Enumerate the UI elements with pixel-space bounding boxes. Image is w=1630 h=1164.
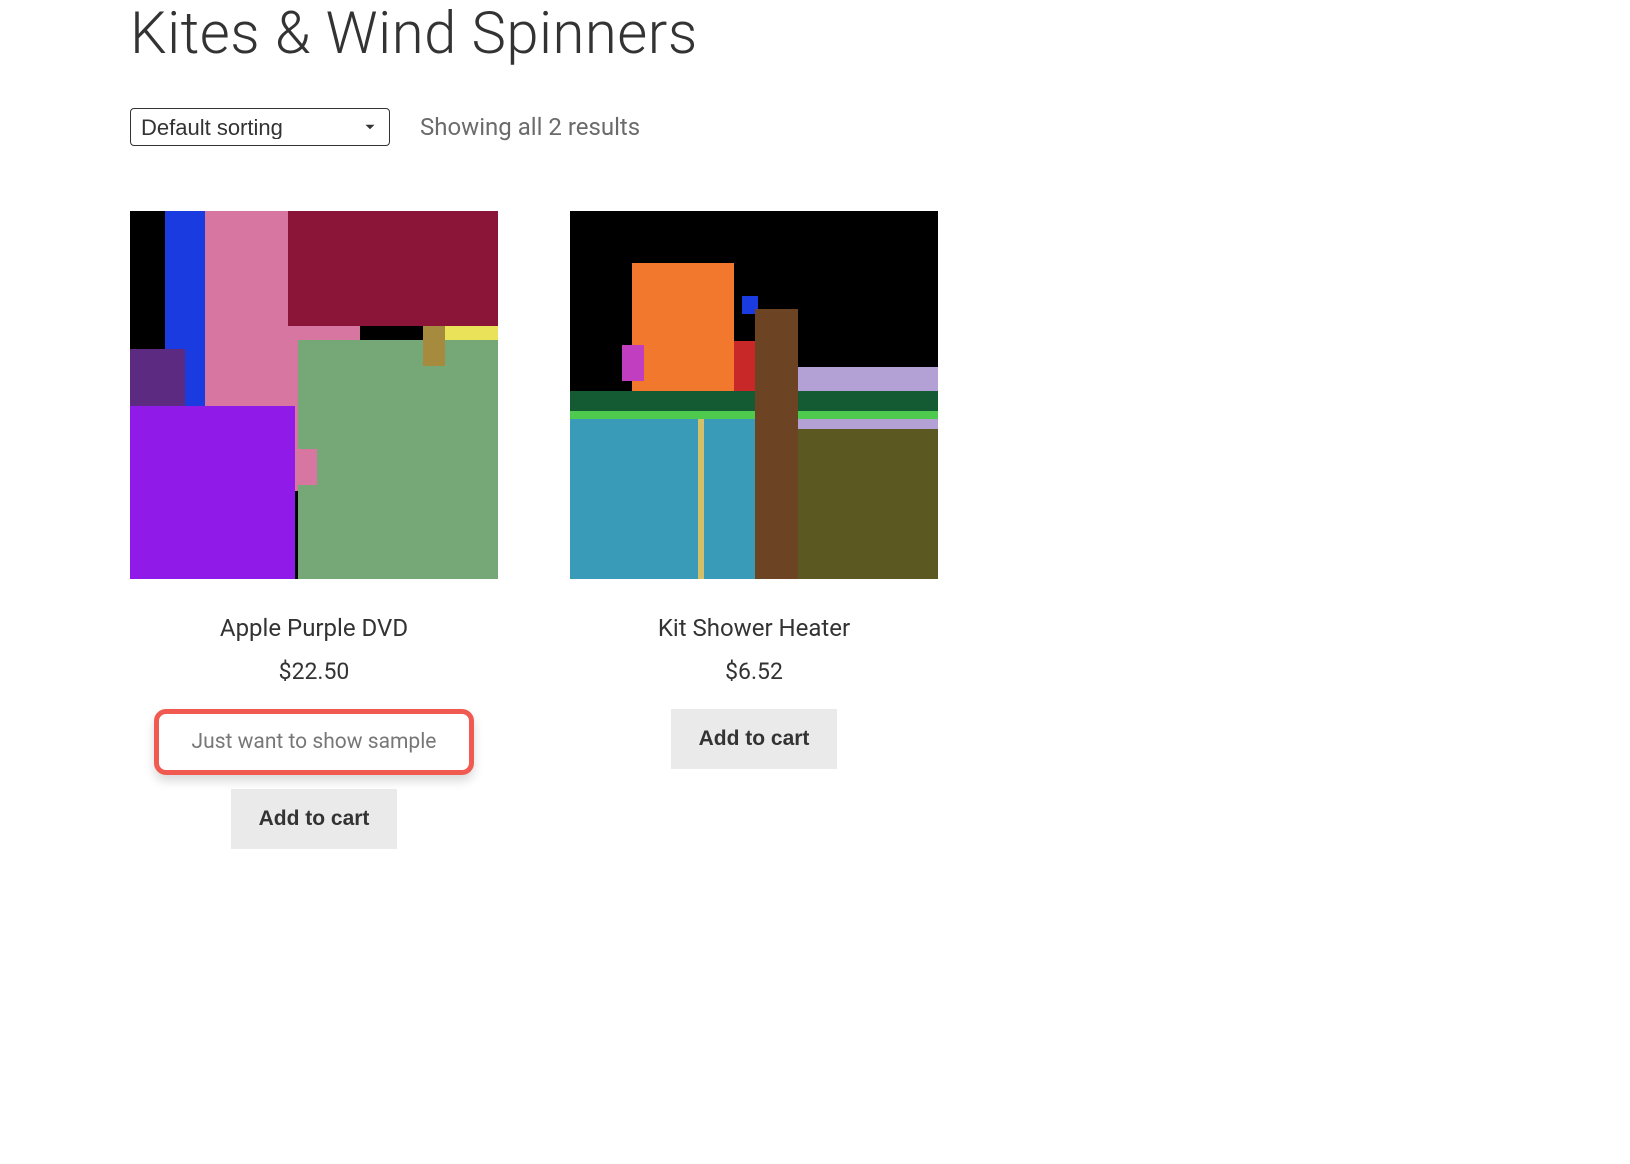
product-image[interactable]	[570, 211, 938, 579]
sample-callout: Just want to show sample	[154, 709, 474, 775]
product-card: Kit Shower Heater $6.52 Add to cart	[570, 211, 938, 849]
results-count: Showing all 2 results	[420, 113, 640, 141]
product-price: $6.52	[725, 658, 783, 685]
product-price: $22.50	[279, 658, 350, 685]
product-card: Apple Purple DVD $22.50 Just want to sho…	[130, 211, 498, 849]
add-to-cart-button[interactable]: Add to cart	[671, 709, 838, 769]
add-to-cart-button[interactable]: Add to cart	[231, 789, 398, 849]
product-image[interactable]	[130, 211, 498, 579]
product-title[interactable]: Kit Shower Heater	[658, 614, 850, 642]
sort-select[interactable]: Default sorting	[130, 108, 390, 146]
product-grid: Apple Purple DVD $22.50 Just want to sho…	[130, 211, 1500, 849]
product-title[interactable]: Apple Purple DVD	[220, 614, 408, 642]
catalog-toolbar: Default sorting Showing all 2 results	[130, 108, 1500, 146]
page-title: Kites & Wind Spinners	[130, 0, 1500, 68]
